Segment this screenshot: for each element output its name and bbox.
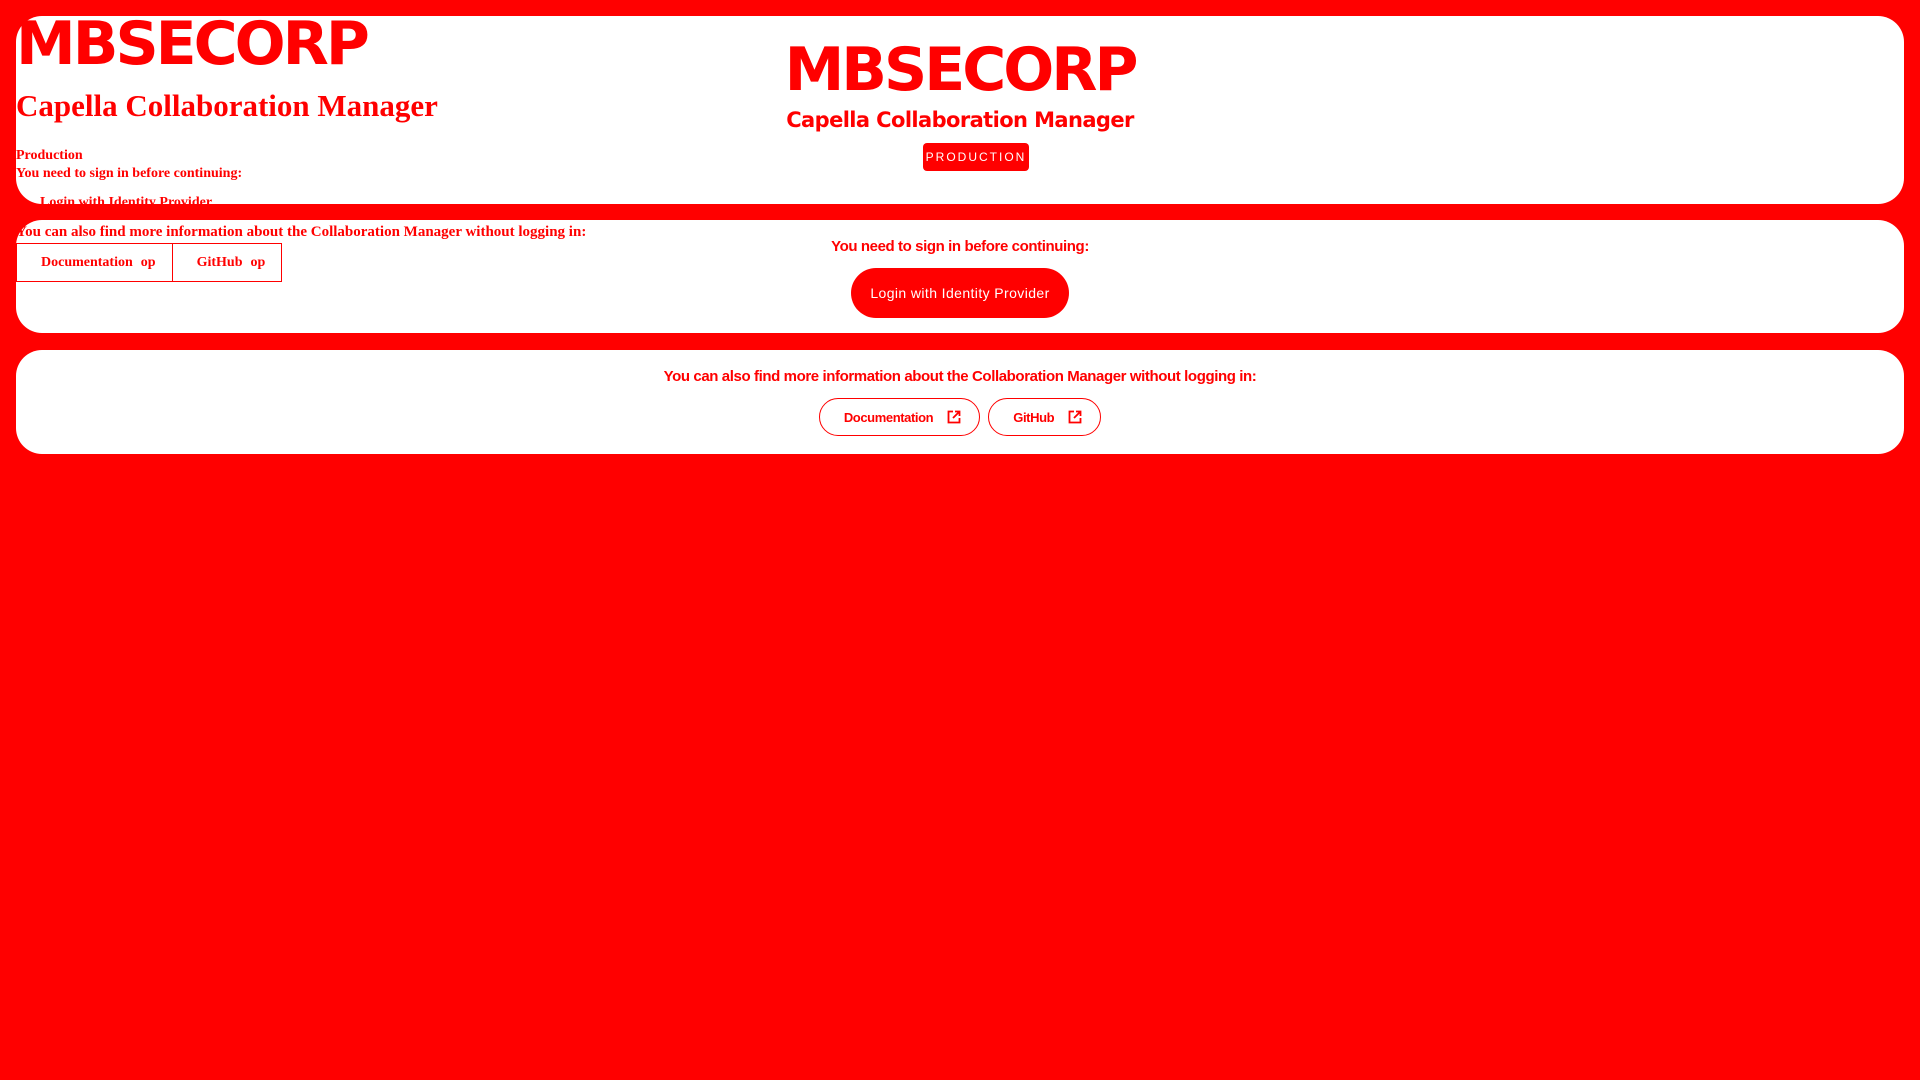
info-text: You can also find more information about…: [663, 368, 1257, 385]
documentation-link-button[interactable]: Documentation: [818, 398, 981, 436]
raw-github-link[interactable]: GitHub op: [172, 243, 283, 282]
raw-login-button[interactable]: Login with Identity Provider: [40, 195, 212, 206]
documentation-link-label: Documentation: [843, 409, 934, 425]
open-in-new-icon: [1068, 410, 1082, 424]
raw-documentation-link[interactable]: Documentation op: [16, 243, 173, 282]
raw-environment-text: Production: [16, 148, 83, 163]
open-in-new-icon: op: [140, 254, 156, 270]
raw-brand-logo: MBSECORP: [16, 9, 370, 79]
login-button[interactable]: Login with Identity Provider: [851, 268, 1069, 318]
environment-badge: PRODUCTION: [923, 143, 1029, 171]
github-link-button[interactable]: GitHub: [988, 398, 1102, 436]
info-links: Documentation GitHub: [16, 398, 1904, 436]
raw-login-prompt: You need to sign in before continuing:: [16, 166, 243, 181]
raw-info-links: Documentation op GitHub op: [16, 243, 283, 282]
raw-github-label: GitHub: [196, 254, 243, 270]
info-card: You can also find more information about…: [16, 350, 1904, 454]
open-in-new-icon: [947, 410, 961, 424]
raw-info-text: You can also find more information about…: [16, 224, 587, 240]
raw-app-title: Capella Collaboration Manager: [16, 88, 438, 123]
github-link-label: GitHub: [1013, 409, 1055, 425]
raw-documentation-label: Documentation: [41, 254, 133, 270]
page: MBSECORP Capella Collaboration Manager P…: [0, 0, 1920, 1080]
open-in-new-icon: op: [250, 254, 266, 270]
